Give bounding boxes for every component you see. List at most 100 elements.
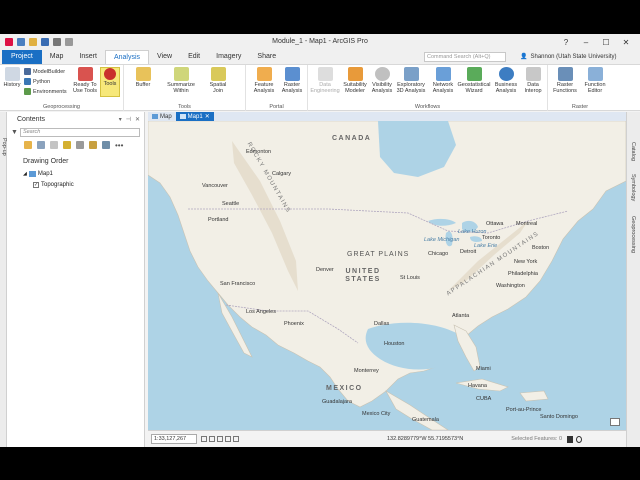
more-options-icon[interactable]: ••• (115, 141, 123, 150)
filter-icon[interactable]: ▼ (11, 129, 18, 136)
right-dock-tabs: Catalog Symbology Geoprocessing (626, 112, 640, 447)
map-label-lake-erie: Lake Erie (474, 243, 498, 249)
dock-tab-geoprocessing[interactable]: Geoprocessing (630, 216, 636, 253)
redo-icon[interactable] (65, 38, 73, 46)
open-project-icon[interactable] (29, 38, 37, 46)
portal-group-label: Portal (269, 104, 284, 110)
city-new-york: New York (514, 259, 538, 265)
visibility-analysis-button[interactable]: Visibility Analysis (369, 67, 395, 94)
python-icon (24, 78, 31, 85)
pane-options-icon[interactable]: ▾ (119, 116, 122, 123)
navigate-icon[interactable] (233, 436, 239, 442)
command-search-input[interactable]: Command Search (Alt+Q) (424, 52, 506, 62)
data-engineering-button[interactable]: Data Engineering (310, 67, 340, 94)
tools-button[interactable]: Tools (100, 67, 120, 97)
undo-icon[interactable] (53, 38, 61, 46)
ready-to-use-tools-button[interactable]: Ready To Use Tools (72, 67, 98, 94)
new-project-icon[interactable] (17, 38, 25, 46)
user-account[interactable]: 👤 Shannon (Utah State University) (520, 53, 617, 61)
tab-map[interactable]: Map (42, 50, 72, 64)
environments-button[interactable]: Environments (24, 88, 67, 95)
map-label-lake-huron: Lake Huron (458, 229, 487, 235)
list-by-editing-icon[interactable] (63, 141, 71, 149)
pin-icon[interactable]: ⊣ (126, 116, 131, 123)
city-boston: Boston (532, 245, 550, 251)
full-extent-icon[interactable] (217, 436, 223, 442)
map-canvas[interactable]: CANADA ROCKY MOUNTAINS GREAT PLAINS UNIT… (148, 121, 626, 430)
layer-topographic[interactable]: ✓ Topographic (33, 179, 144, 190)
list-by-snapping-icon[interactable] (76, 141, 84, 149)
quick-access-toolbar (0, 38, 73, 46)
raster-analysis-button[interactable]: Raster Analysis (278, 67, 306, 94)
contents-search-input[interactable]: Search (19, 128, 140, 137)
map-label-lake-michigan: Lake Michigan (424, 237, 460, 243)
tab-map-view-map1[interactable]: Map1 ✕ (175, 112, 214, 121)
minimize-button[interactable]: – (578, 36, 594, 48)
refresh-icon[interactable] (576, 435, 583, 443)
python-button[interactable]: Python (24, 78, 50, 85)
contents-pane: Contents ▾ ⊣ ✕ ▼ Search ••• Drawing Orde… (7, 112, 145, 447)
raster-functions-button[interactable]: Raster Functions (550, 67, 580, 94)
fixed-zoom-icon[interactable] (209, 436, 215, 442)
layer-visibility-checkbox[interactable]: ✓ (33, 181, 39, 188)
contents-toolbar: ••• (24, 141, 144, 150)
city-atlanta: Atlanta (452, 313, 470, 319)
dock-tab-symbology[interactable]: Symbology (630, 174, 636, 201)
tab-edit[interactable]: Edit (180, 50, 208, 64)
user-name: Shannon (Utah State University) (530, 53, 617, 60)
city-havana: Havana (468, 383, 487, 389)
geostatistical-wizard-button[interactable]: Geostatistical Wizard (457, 67, 491, 94)
feature-analysis-button[interactable]: Feature Analysis (250, 67, 278, 94)
close-button[interactable]: ✕ (618, 36, 634, 48)
summarize-within-button[interactable]: Summarize Within (164, 67, 198, 94)
popup-side-tab[interactable]: Pop-up (0, 112, 7, 447)
save-icon[interactable] (41, 38, 49, 46)
city-los-angeles: Los Angeles (246, 309, 276, 315)
data-interop-icon (525, 67, 541, 81)
tab-insert[interactable]: Insert (71, 50, 105, 64)
tab-analysis[interactable]: Analysis (104, 50, 150, 64)
function-editor-button[interactable]: Function Editor (581, 67, 609, 94)
list-by-data-source-icon[interactable] (37, 141, 45, 149)
buffer-button[interactable]: Buffer (130, 67, 156, 88)
city-guadalajara: Guadalajara (322, 399, 352, 405)
dock-tab-catalog[interactable]: Catalog (630, 142, 636, 161)
city-detroit: Detroit (460, 249, 477, 255)
city-port-au-prince: Port-au-Prince (506, 407, 542, 413)
tools-icon (104, 68, 116, 80)
grid-icon[interactable] (225, 436, 231, 442)
close-pane-icon[interactable]: ✕ (135, 116, 140, 123)
city-toronto: Toronto (482, 235, 501, 241)
map-legend-toggle-icon[interactable] (610, 418, 620, 426)
data-interop-button[interactable]: Data Interop (520, 67, 546, 94)
business-analysis-button[interactable]: Business Analysis (492, 67, 520, 94)
list-by-perspective-icon[interactable] (102, 141, 110, 149)
map-scale-input[interactable]: 1:33,127,267 (151, 434, 197, 444)
layer-map1[interactable]: ◢ Map1 (23, 168, 144, 179)
list-by-drawing-order-icon[interactable] (24, 141, 32, 149)
tab-imagery[interactable]: Imagery (208, 50, 249, 64)
map-label-canada: CANADA (332, 135, 372, 142)
suitability-modeler-button[interactable]: Suitability Modeler (341, 67, 369, 94)
tab-share[interactable]: Share (249, 50, 284, 64)
close-tab-icon[interactable]: ✕ (205, 113, 210, 120)
pause-drawing-icon[interactable] (567, 435, 574, 443)
exploratory-3d-icon (403, 67, 419, 81)
city-phoenix: Phoenix (284, 321, 304, 327)
help-button[interactable]: ? (558, 36, 574, 48)
collapse-arrow-icon[interactable]: ◢ (23, 171, 27, 177)
network-analysis-button[interactable]: Network Analysis (429, 67, 457, 94)
tab-project[interactable]: Project (2, 50, 42, 64)
tab-view[interactable]: View (149, 50, 180, 64)
exploratory-3d-analysis-button[interactable]: Exploratory 3D Analysis (395, 67, 427, 94)
list-by-selection-icon[interactable] (50, 141, 58, 149)
history-button[interactable]: History (2, 67, 22, 88)
spatial-join-button[interactable]: Spatial Join (204, 67, 232, 94)
scale-dropdown-icon[interactable] (201, 436, 207, 442)
modelbuilder-button[interactable]: ModelBuilder (24, 68, 65, 75)
maximize-button[interactable]: ☐ (598, 36, 614, 48)
list-by-labeling-icon[interactable] (89, 141, 97, 149)
ready-to-use-tools-icon (77, 67, 93, 81)
tab-map-view-map[interactable]: Map (148, 112, 176, 121)
city-guatemala: Guatemala (412, 417, 439, 423)
